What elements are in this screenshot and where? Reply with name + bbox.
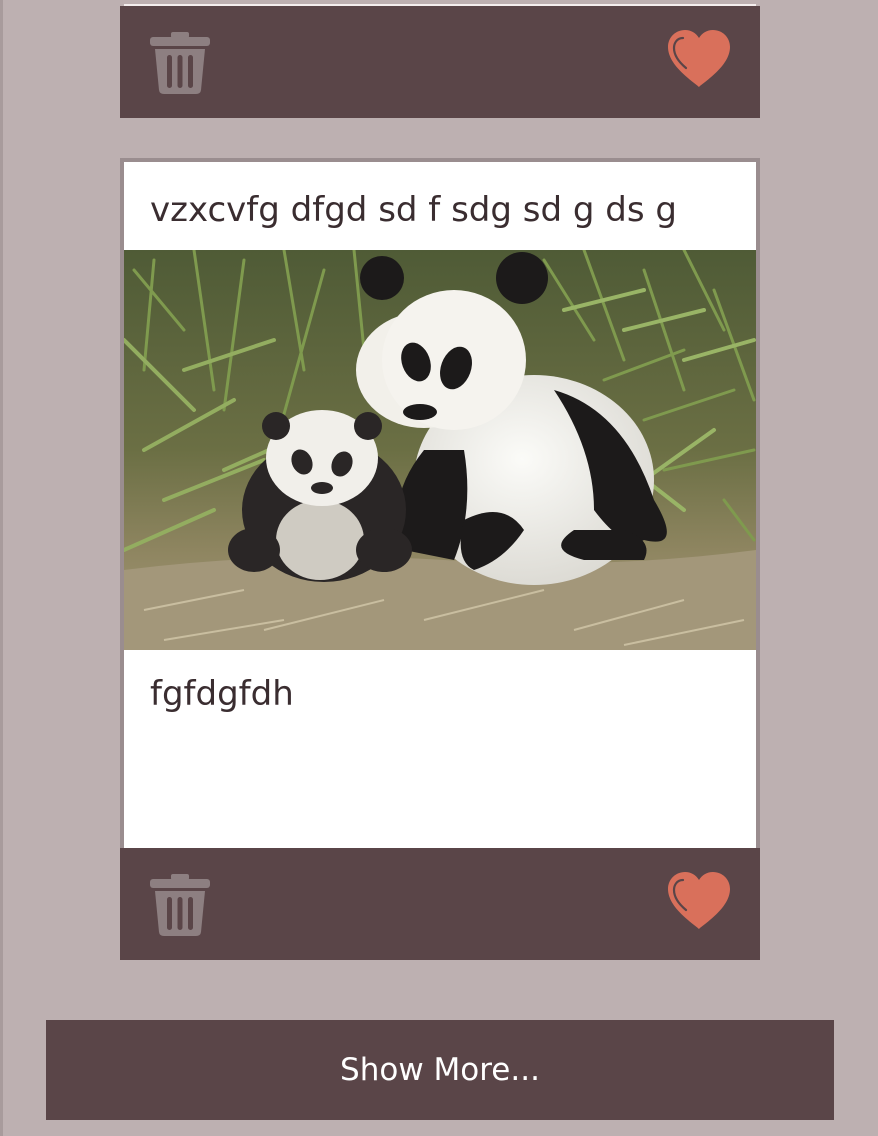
heart-icon[interactable] — [668, 30, 730, 88]
heart-icon[interactable] — [668, 872, 730, 930]
post-body: fgfdgfdh — [150, 674, 294, 714]
page-edge — [0, 0, 3, 1136]
post-title: vzxcvfg dfgd sd f sdg sd g ds g — [150, 190, 677, 230]
post-card: vzxcvfg dfgd sd f sdg sd g ds g fgfdgfdh — [120, 158, 760, 850]
post-action-bar-top — [120, 6, 760, 118]
post-image — [124, 250, 756, 650]
trash-icon[interactable] — [150, 32, 210, 94]
trash-icon[interactable] — [150, 874, 210, 936]
show-more-button[interactable]: Show More... — [46, 1020, 834, 1120]
post-action-bar — [120, 848, 760, 960]
